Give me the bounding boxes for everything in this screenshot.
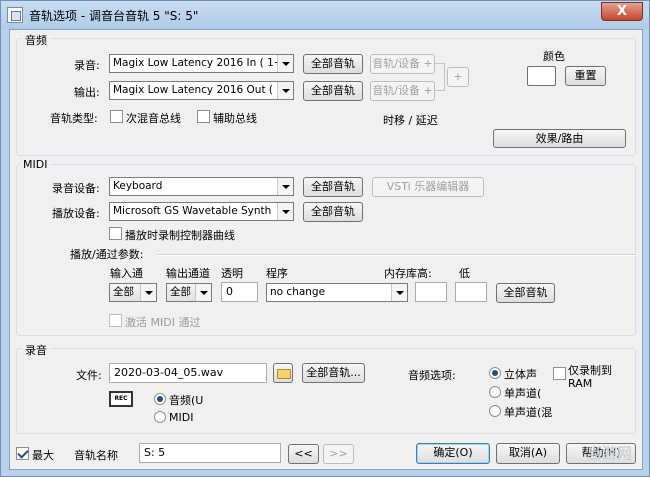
close-button[interactable]: X bbox=[601, 2, 643, 21]
midi-record-device-label: 录音设备: bbox=[52, 182, 100, 195]
chevron-down-icon bbox=[140, 284, 156, 301]
midi-play-device-select[interactable]: Microsoft GS Wavetable Synth bbox=[109, 202, 294, 221]
maximize-checkbox[interactable] bbox=[16, 447, 29, 460]
color-label: 颜色 bbox=[543, 50, 565, 63]
bank-low-input[interactable] bbox=[455, 282, 487, 302]
recording-all-tracks-button[interactable]: 全部音轨... bbox=[302, 363, 365, 383]
audio-options-label: 音频选项: bbox=[408, 369, 456, 382]
transparency-input[interactable]: 0 bbox=[221, 282, 258, 302]
chevron-down-icon bbox=[391, 284, 407, 301]
track-name-input[interactable]: S: 5 bbox=[139, 443, 281, 463]
folder-icon[interactable] bbox=[273, 363, 293, 383]
midi-record-all-tracks-button[interactable]: 全部音轨 bbox=[303, 177, 363, 197]
maximize-label: 最大 bbox=[32, 449, 54, 462]
midi-radio[interactable] bbox=[154, 411, 166, 423]
in-channel-select[interactable]: 全部 bbox=[109, 283, 157, 302]
midi-radio-label: MIDI bbox=[169, 411, 194, 424]
cancel-button[interactable]: 取消(A) bbox=[496, 443, 560, 464]
midi-params-all-tracks-button[interactable]: 全部音轨 bbox=[496, 283, 555, 303]
params-separator bbox=[158, 254, 636, 256]
stereo-radio[interactable] bbox=[489, 367, 501, 379]
activate-midi-thru-checkbox[interactable] bbox=[109, 314, 122, 327]
chevron-down-icon bbox=[277, 82, 293, 99]
watermark-logo: 当游网 bbox=[586, 444, 632, 462]
dialog-window: 音轨选项 - 调音台音轨 5 "S: 5" X 音频 录音: Magix Low… bbox=[0, 0, 650, 477]
vsti-editor-button[interactable]: VSTi 乐器编辑器 bbox=[372, 177, 484, 197]
submix-bus-checkbox[interactable] bbox=[110, 110, 123, 123]
record-label: 录音: bbox=[74, 59, 100, 72]
midi-record-device-select[interactable]: Keyboard bbox=[109, 177, 294, 196]
ok-button[interactable]: 确定(O) bbox=[416, 443, 490, 464]
recording-group-label: 录音 bbox=[22, 342, 50, 358]
mono-mix-radio[interactable] bbox=[489, 405, 501, 417]
mono-mix-label: 单声道(混 bbox=[504, 406, 553, 419]
file-label: 文件: bbox=[76, 369, 102, 382]
record-icon: REC bbox=[109, 391, 133, 407]
track-name-label: 音轨名称 bbox=[74, 449, 118, 462]
transparency-label: 透明 bbox=[221, 267, 243, 280]
dialog-client: 音频 录音: Magix Low Latency 2016 In ( 1+ 2)… bbox=[9, 29, 643, 470]
mono-radio[interactable] bbox=[489, 386, 501, 398]
audio-record-all-tracks-button[interactable]: 全部音轨 bbox=[303, 54, 363, 74]
out-channel-select[interactable]: 全部 bbox=[166, 283, 212, 302]
track-type-label: 音轨类型: bbox=[50, 112, 98, 125]
effects-routing-button[interactable]: 效果/路由 bbox=[493, 129, 626, 148]
midi-play-all-tracks-button[interactable]: 全部音轨 bbox=[303, 202, 363, 222]
in-channel-label: 输入通 bbox=[110, 267, 143, 280]
chevron-down-icon bbox=[277, 178, 293, 195]
ram-only-label: 仅录制到 RAM bbox=[568, 364, 612, 390]
audio-output-select[interactable]: Magix Low Latency 2016 Out ( 1+ 2 bbox=[109, 81, 294, 100]
color-reset-button[interactable]: 重置 bbox=[565, 66, 606, 86]
bank-high-input[interactable] bbox=[415, 282, 447, 302]
window-title: 音轨选项 - 调音台音轨 5 "S: 5" bbox=[29, 9, 199, 23]
activate-midi-thru-label: 激活 MIDI 通过 bbox=[125, 316, 201, 329]
chevron-down-icon bbox=[277, 203, 293, 220]
program-select[interactable]: no change bbox=[266, 283, 408, 302]
audio-radio-label: 音频(U bbox=[169, 394, 204, 407]
file-name-input[interactable]: 2020-03-04_05.wav bbox=[109, 363, 267, 383]
offset-delay-label: 时移 / 延迟 bbox=[383, 114, 438, 127]
chevron-down-icon bbox=[277, 55, 293, 72]
chevron-down-icon bbox=[195, 284, 211, 301]
midi-group-label: MIDI bbox=[20, 158, 51, 171]
aux-bus-label: 辅助总线 bbox=[213, 112, 257, 125]
record-controller-curves-checkbox[interactable] bbox=[109, 227, 122, 240]
next-track-button[interactable]: >> bbox=[323, 444, 354, 464]
device-bracket bbox=[435, 63, 445, 91]
audio-output-all-tracks-button[interactable]: 全部音轨 bbox=[303, 81, 363, 101]
out-channel-label: 输出通道 bbox=[166, 267, 210, 280]
play-thru-params-label: 播放/通过参数: bbox=[70, 248, 144, 261]
stereo-label: 立体声 bbox=[504, 368, 537, 381]
add-device-button[interactable]: + bbox=[447, 67, 469, 87]
previous-track-button[interactable]: << bbox=[288, 444, 319, 464]
mono-label: 单声道( bbox=[504, 387, 542, 400]
aux-bus-checkbox[interactable] bbox=[197, 110, 210, 123]
color-swatch-button[interactable] bbox=[527, 66, 556, 86]
bank-high-label: 内存库高: bbox=[384, 267, 432, 280]
audio-radio[interactable] bbox=[154, 393, 166, 405]
audio-record-select[interactable]: Magix Low Latency 2016 In ( 1+ 2) bbox=[109, 54, 294, 73]
audio-output-device-button[interactable]: 音轨/设备 + bbox=[370, 81, 435, 101]
midi-play-device-label: 播放设备: bbox=[52, 207, 100, 220]
program-label: 程序 bbox=[266, 267, 288, 280]
output-label: 输出: bbox=[74, 86, 100, 99]
title-bar[interactable]: 音轨选项 - 调音台音轨 5 "S: 5" X bbox=[1, 1, 649, 29]
submix-bus-label: 次混音总线 bbox=[126, 112, 181, 125]
app-icon bbox=[7, 7, 23, 23]
audio-record-device-button[interactable]: 音轨/设备 + bbox=[370, 54, 435, 74]
bank-low-label: 低 bbox=[459, 267, 470, 280]
audio-group-label: 音频 bbox=[22, 32, 50, 48]
ram-only-checkbox[interactable] bbox=[553, 367, 566, 380]
record-controller-curves-label: 播放时录制控制器曲线 bbox=[125, 229, 235, 242]
